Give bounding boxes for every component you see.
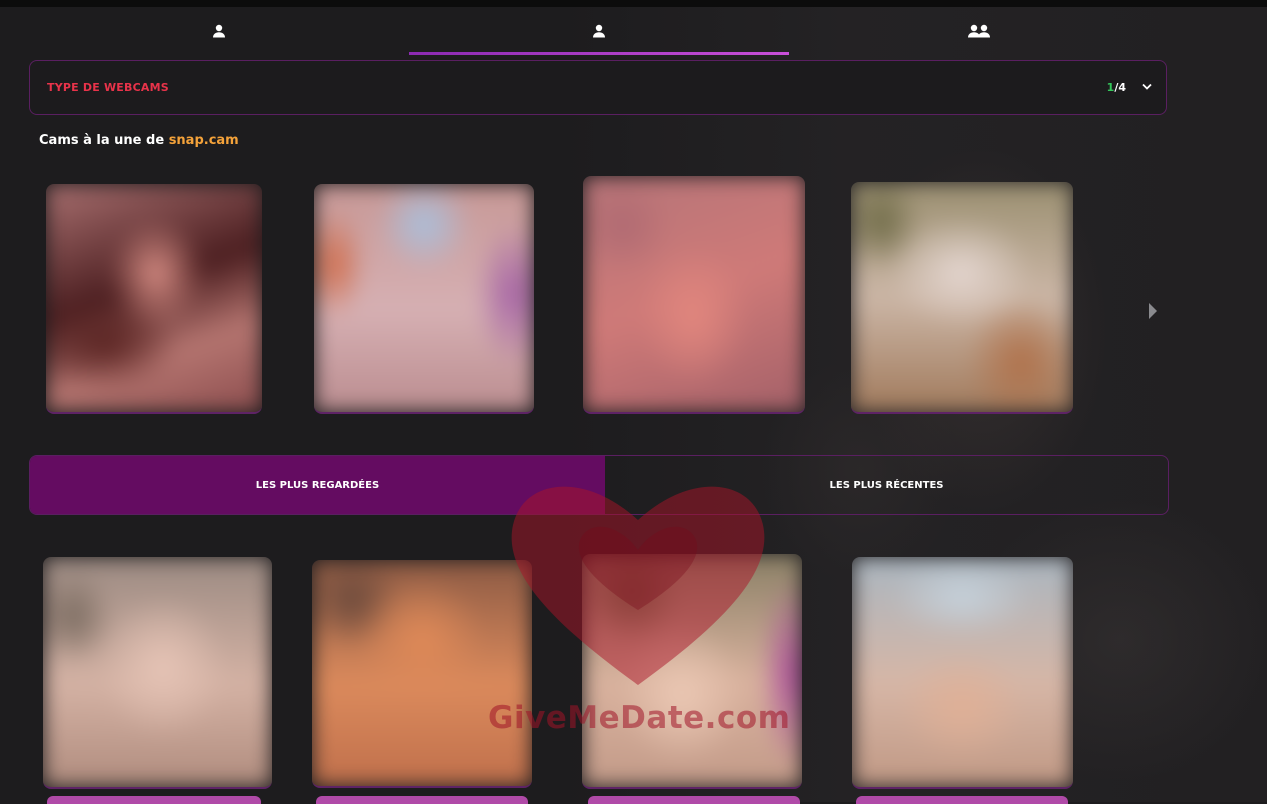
featured-title-prefix: Cams à la une de — [39, 133, 169, 148]
top-bar — [0, 0, 1267, 7]
cam-thumbnail — [46, 184, 262, 412]
page-indicator: 1/4 — [1107, 81, 1126, 94]
featured-cam-card-3[interactable] — [583, 176, 805, 414]
sort-tabs: LES PLUS REGARDÉES LES PLUS RÉCENTES — [29, 455, 1169, 515]
tab-couple-users[interactable] — [789, 7, 1169, 55]
featured-title: Cams à la une de snap.cam — [39, 133, 239, 148]
featured-cam-card-2[interactable] — [314, 184, 534, 414]
tab-single-user[interactable] — [29, 7, 409, 55]
tab-most-recent[interactable]: LES PLUS RÉCENTES — [605, 456, 1168, 514]
tab-user-active[interactable] — [409, 7, 789, 55]
cam-card-7-top[interactable] — [588, 796, 800, 804]
webcam-type-dropdown[interactable]: TYPE DE WEBCAMS 1/4 — [29, 60, 1167, 115]
cam-card-6-top[interactable] — [316, 796, 528, 804]
cam-thumbnail — [852, 557, 1073, 787]
cam-card-4[interactable] — [852, 557, 1073, 789]
featured-cam-card-1[interactable] — [46, 184, 262, 414]
cam-card-2[interactable] — [312, 560, 532, 788]
carousel-next-arrow-icon[interactable] — [1148, 302, 1158, 320]
chevron-down-icon — [1142, 83, 1152, 90]
cam-card-5-top[interactable] — [47, 796, 261, 804]
cam-card-8-top[interactable] — [856, 796, 1068, 804]
cam-thumbnail — [43, 557, 272, 787]
cam-thumbnail — [312, 560, 532, 786]
webcam-type-label: TYPE DE WEBCAMS — [47, 81, 169, 94]
cam-thumbnail — [582, 554, 802, 787]
featured-brand: snap.cam — [168, 133, 239, 148]
users-icon — [968, 24, 990, 38]
cam-thumbnail — [583, 176, 805, 412]
cam-thumbnail — [314, 184, 534, 412]
user-icon — [593, 24, 605, 38]
cam-card-1[interactable] — [43, 557, 272, 789]
tab-most-viewed[interactable]: LES PLUS REGARDÉES — [30, 456, 605, 514]
profile-type-tabs — [29, 7, 1169, 55]
featured-cam-card-4[interactable] — [851, 182, 1073, 414]
page-total: 4 — [1118, 81, 1126, 94]
cam-card-3[interactable] — [582, 554, 802, 789]
user-icon — [213, 24, 225, 38]
cam-thumbnail — [851, 182, 1073, 412]
